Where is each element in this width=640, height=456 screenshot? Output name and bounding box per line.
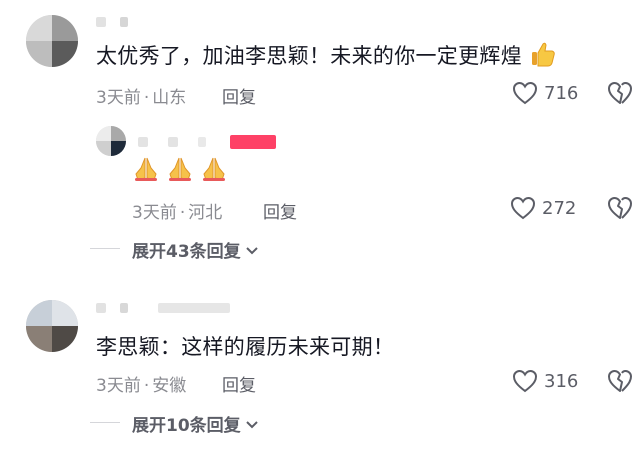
comment-location: 山东 [152, 88, 187, 108]
heart-icon [510, 196, 536, 220]
comment-text: 太优秀了，加油李思颖！未来的你一定更辉煌 [96, 40, 555, 72]
pray-icon [203, 157, 225, 181]
expand-divider [90, 248, 120, 249]
dislike-button[interactable] [606, 196, 634, 224]
expand-replies-button[interactable]: 展开10条回复 [132, 411, 260, 436]
expand-divider [90, 422, 120, 423]
heart-icon [512, 369, 538, 393]
avatar[interactable] [26, 300, 78, 352]
comment-meta: 3天前 · 安徽 [96, 371, 186, 396]
dislike-button[interactable] [606, 369, 634, 397]
author-tag [230, 135, 276, 149]
thumbs-up-icon [531, 41, 555, 72]
reply-time: 3天前 [132, 203, 177, 223]
chevron-down-icon [245, 246, 258, 254]
reply-username-blurred[interactable] [138, 132, 288, 152]
like-button[interactable]: 716 [512, 81, 578, 105]
broken-heart-icon [608, 369, 633, 392]
reply-text: 🙏🙏🙏 [132, 154, 228, 182]
pray-icon [169, 157, 191, 181]
username-blurred[interactable] [96, 300, 246, 316]
dislike-button[interactable] [606, 81, 634, 109]
like-count: 316 [544, 370, 579, 392]
like-button[interactable]: 316 [512, 369, 578, 393]
comment-text: 李思颖：这样的履历未来可期！ [96, 335, 395, 359]
heart-icon [512, 81, 538, 105]
comment-time: 3天前 [96, 376, 141, 396]
like-count: 272 [542, 197, 577, 219]
expand-replies-button[interactable]: 展开43条回复 [132, 237, 260, 262]
reply-button[interactable]: 回复 [222, 83, 256, 108]
reply-location: 河北 [188, 203, 223, 223]
expand-replies-label: 展开43条回复 [132, 242, 241, 262]
expand-replies-label: 展开10条回复 [132, 416, 241, 436]
comment-meta: 3天前 · 山东 [96, 83, 186, 108]
reply-meta: 3天前 · 河北 [132, 198, 222, 223]
reply-button[interactable]: 回复 [263, 198, 297, 223]
meta-separator: · [179, 203, 186, 223]
comment-location: 安徽 [152, 376, 187, 396]
comment-time: 3天前 [96, 88, 141, 108]
pray-icon [135, 157, 157, 181]
reply-button[interactable]: 回复 [222, 371, 256, 396]
chevron-down-icon [245, 420, 258, 428]
like-button[interactable]: 272 [510, 196, 576, 220]
avatar[interactable] [26, 15, 78, 67]
meta-separator: · [143, 88, 150, 108]
like-count: 716 [544, 82, 579, 104]
reply-avatar[interactable] [96, 126, 126, 156]
broken-heart-icon [608, 81, 633, 104]
username-blurred[interactable] [96, 14, 186, 30]
broken-heart-icon [608, 196, 633, 219]
meta-separator: · [143, 376, 150, 396]
